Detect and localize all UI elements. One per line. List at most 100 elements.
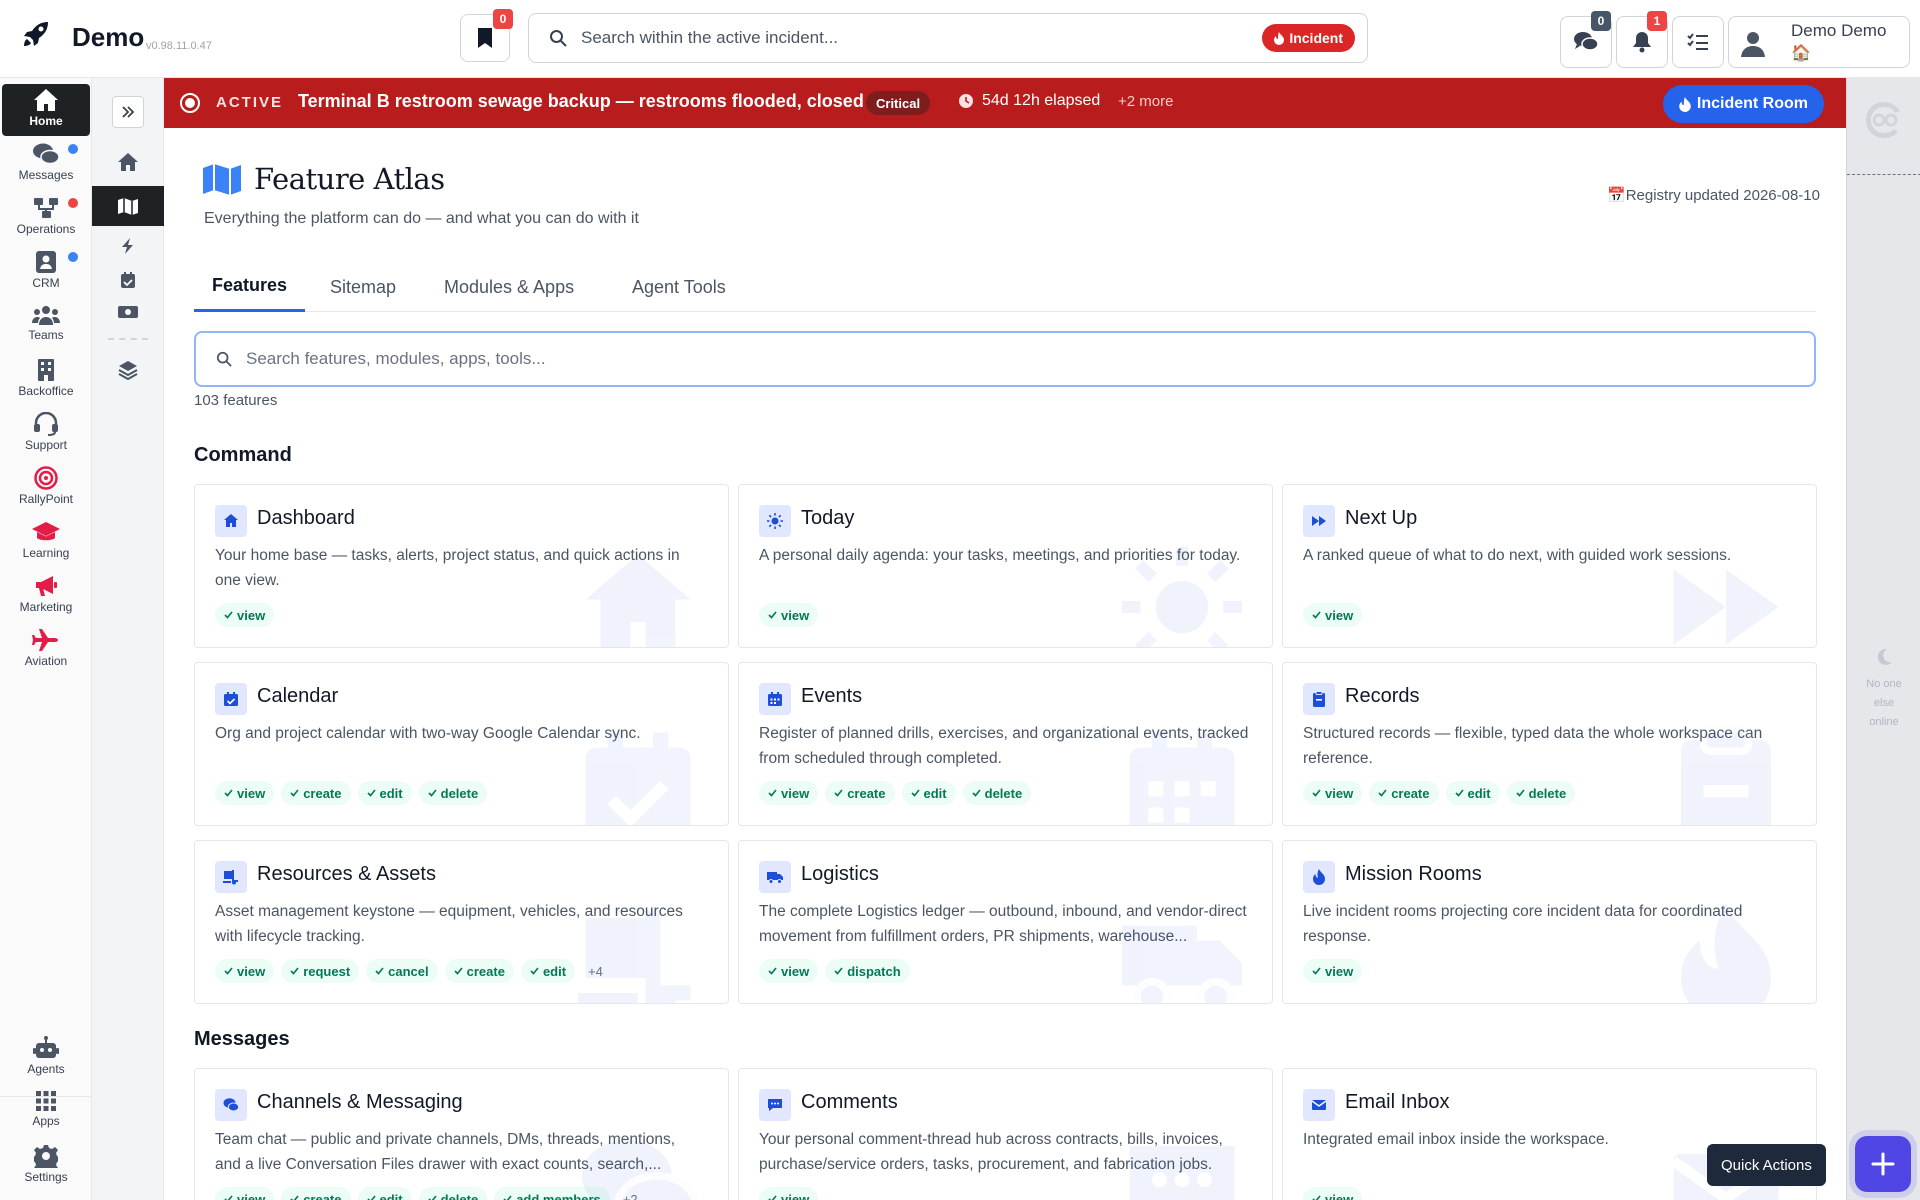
permission-tag-label: view	[237, 1191, 266, 1200]
tasks-button[interactable]	[1672, 16, 1724, 68]
feature-card-next-up[interactable]: Next Up A ranked queue of what to do next…	[1282, 484, 1817, 648]
permission-tag-label: delete	[984, 785, 1023, 801]
permission-tag-label: cancel	[388, 963, 429, 979]
nav-item-teams[interactable]: Teams	[2, 300, 90, 352]
feature-card-channels-and-messaging[interactable]: Channels & Messaging Team chat — public a…	[194, 1068, 729, 1200]
feature-card-calendar[interactable]: Calendar Org and project calendar with tw…	[194, 662, 729, 826]
permission-tag: view	[759, 781, 819, 805]
permission-tag: edit	[1445, 781, 1500, 805]
permission-tag: create	[825, 781, 895, 805]
tab-modules-apps[interactable]: Modules & Apps	[444, 262, 574, 312]
permission-tag: create	[281, 1187, 351, 1200]
messages-button[interactable]: 0	[1560, 11, 1612, 68]
nav-item-settings[interactable]: Settings	[2, 1140, 90, 1192]
tab-features[interactable]: Features	[194, 262, 306, 312]
incident-title[interactable]: Terminal B restroom sewage backup — rest…	[298, 91, 864, 112]
feature-search-placeholder: Search features, modules, apps, tools...	[246, 349, 546, 368]
nav-item-aviation[interactable]: Aviation	[2, 624, 90, 676]
incident-room-button[interactable]: Incident Room	[1662, 85, 1824, 123]
check-icon	[768, 1195, 777, 1200]
bookmark-button[interactable]: 0	[460, 9, 513, 62]
permission-tag-label: view	[1325, 963, 1354, 979]
nav-label: Agents	[27, 1062, 65, 1076]
feature-card-records[interactable]: Records Structured records — flexible, ty…	[1282, 662, 1817, 826]
permission-tag-label: edit	[1467, 785, 1491, 801]
tab-sitemap[interactable]: Sitemap	[330, 262, 396, 312]
calendar-icon	[768, 692, 782, 706]
nav-label: CRM	[32, 276, 60, 290]
headset-icon	[34, 412, 58, 436]
search-icon	[550, 30, 567, 47]
feature-title: Records	[1345, 685, 1420, 707]
nav-label: Messages	[18, 168, 74, 182]
feature-card-logistics[interactable]: Logistics The complete Logistics ledger —…	[738, 840, 1273, 1004]
check-icon	[768, 967, 777, 975]
check-icon	[972, 789, 981, 797]
user-menu[interactable]: Demo Demo 🏠	[1728, 16, 1910, 68]
nav-item-support[interactable]: Support	[2, 408, 90, 460]
feature-icon-tile	[1303, 1089, 1335, 1121]
feature-card-events[interactable]: Events Register of planned drills, exerci…	[738, 662, 1273, 826]
feature-card-mission-rooms[interactable]: Mission Rooms Live incident rooms project…	[1282, 840, 1817, 1004]
check-icon	[1378, 789, 1387, 797]
check-icon	[224, 1195, 233, 1200]
presence-panel: No one else online	[1846, 78, 1920, 1200]
nav-item-backoffice[interactable]: Backoffice	[2, 354, 90, 406]
feature-card-resources-and-assets[interactable]: Resources & Assets Asset management keyst…	[194, 840, 729, 1004]
quick-actions-button[interactable]	[1855, 1136, 1911, 1192]
feature-card-dashboard[interactable]: Dashboard Your home base — tasks, alerts,…	[194, 484, 729, 648]
double-chevron-right-icon	[122, 106, 135, 118]
more-incidents-link[interactable]: +2 more	[1118, 93, 1173, 110]
check-icon	[366, 1195, 376, 1200]
secondary-nav	[92, 78, 164, 1200]
nav-item-crm[interactable]: CRM	[2, 246, 90, 298]
permission-tag-label: request	[303, 963, 351, 979]
permission-tag-label: view	[237, 785, 266, 801]
sub-nav-finance[interactable]	[92, 292, 164, 332]
bookmark-badge: 0	[493, 9, 513, 29]
permission-tag: view	[215, 781, 275, 805]
expand-sidebar-button[interactable]	[112, 96, 144, 128]
nav-item-operations[interactable]: Operations	[2, 192, 90, 244]
notifications-button[interactable]: 1	[1616, 11, 1668, 68]
nav-item-apps[interactable]: Apps	[2, 1086, 90, 1138]
feature-icon-tile	[215, 861, 247, 893]
incident-filter-pill[interactable]: Incident	[1262, 24, 1355, 52]
permission-tag: edit	[901, 781, 956, 805]
check-icon	[224, 967, 233, 975]
permission-tags: view	[759, 603, 819, 627]
search-icon	[216, 351, 232, 367]
feature-card-comments[interactable]: Comments Your personal comment-thread hub…	[738, 1068, 1273, 1200]
active-incident-banner[interactable]: ACTIVE Terminal B restroom sewage backup…	[164, 78, 1846, 128]
incident-search-input[interactable]: Search within the active incident... Inc…	[528, 13, 1368, 63]
incident-pill-label: Incident	[1289, 30, 1343, 46]
nav-label: Apps	[32, 1114, 60, 1128]
card-watermark	[1666, 547, 1786, 647]
assistant-mascot-icon[interactable]	[1862, 98, 1906, 142]
permission-tag: delete	[418, 781, 488, 805]
check-icon	[834, 967, 843, 975]
nav-item-rallypoint[interactable]: RallyPoint	[2, 462, 90, 514]
page-header: Feature Atlas	[202, 162, 445, 196]
feature-search-input[interactable]: Search features, modules, apps, tools...	[194, 331, 1816, 387]
nav-item-home[interactable]: Home	[2, 84, 90, 136]
nav-item-messages[interactable]: Messages	[2, 138, 90, 190]
sub-nav-layers[interactable]	[92, 350, 164, 390]
feature-card-today[interactable]: Today A personal daily agenda: your tasks…	[738, 484, 1273, 648]
feature-title: Calendar	[257, 685, 339, 707]
permission-tag: create	[281, 781, 351, 805]
feature-icon-tile	[215, 683, 247, 715]
nav-item-learning[interactable]: Learning	[2, 516, 90, 568]
sub-nav-home[interactable]	[92, 142, 164, 182]
top-bar: Demo v0.98.11.0.47 0 Search within the a…	[0, 0, 1920, 78]
robot-icon	[33, 1036, 59, 1058]
sub-nav-feature-atlas[interactable]	[92, 186, 164, 226]
permission-tag: view	[1303, 959, 1363, 983]
permission-tag-label: edit	[542, 963, 567, 979]
tab-agent-tools[interactable]: Agent Tools	[632, 262, 726, 312]
nav-item-marketing[interactable]: Marketing	[2, 570, 90, 622]
feature-icon-tile	[215, 1089, 247, 1121]
nav-item-agents[interactable]: Agents	[2, 1032, 90, 1084]
layers-icon	[118, 361, 138, 380]
sun-icon	[1122, 547, 1242, 647]
